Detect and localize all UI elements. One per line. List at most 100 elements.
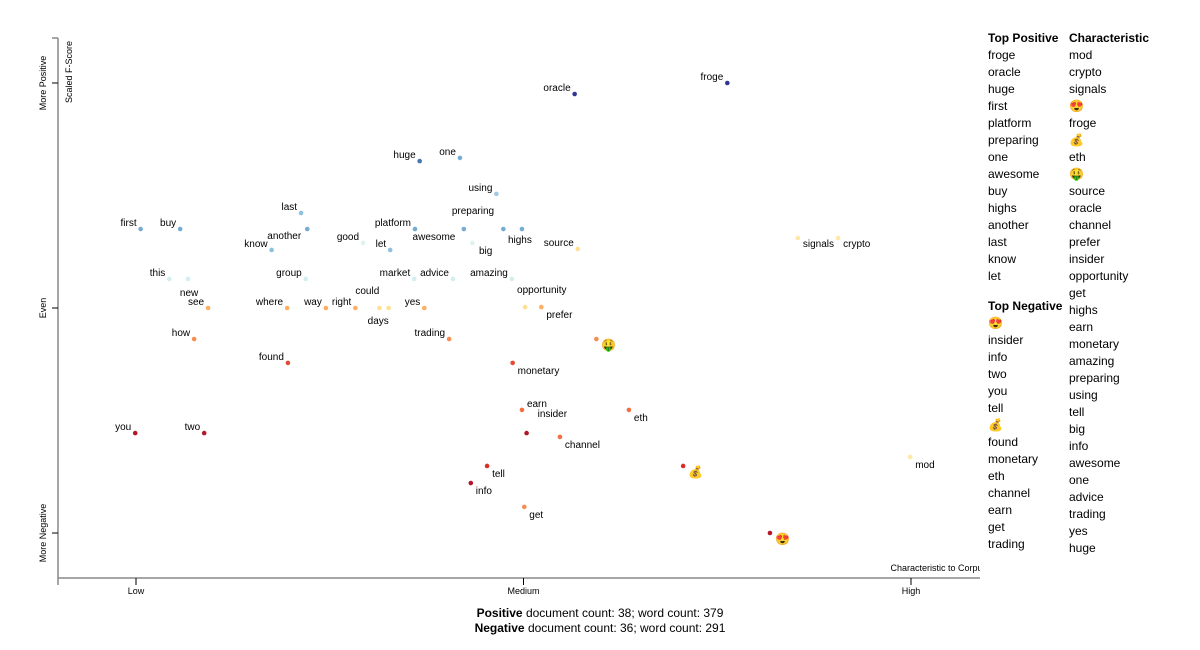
point-dot[interactable] <box>626 407 632 413</box>
data-point[interactable] <box>501 226 506 232</box>
characteristic-term[interactable]: trading <box>1069 506 1149 523</box>
data-point[interactable]: yes <box>405 297 427 311</box>
point-dot[interactable] <box>835 235 841 241</box>
point-dot[interactable] <box>575 246 581 252</box>
data-point[interactable]: eth <box>626 407 648 424</box>
top-positive-term[interactable]: another <box>988 217 1058 234</box>
point-dot[interactable] <box>767 530 773 536</box>
point-dot[interactable] <box>132 430 138 436</box>
point-dot[interactable] <box>501 226 506 232</box>
point-dot[interactable] <box>138 226 143 232</box>
data-point[interactable]: last <box>282 202 304 216</box>
data-point[interactable]: see <box>188 297 211 311</box>
data-point[interactable]: first <box>121 218 143 232</box>
point-dot[interactable] <box>177 226 183 232</box>
point-dot[interactable] <box>411 276 417 282</box>
data-point[interactable]: platform <box>375 218 418 232</box>
point-dot[interactable] <box>524 430 529 436</box>
point-dot[interactable] <box>457 155 463 161</box>
data-point[interactable]: mod <box>907 454 935 471</box>
point-dot[interactable] <box>167 276 172 282</box>
point-dot[interactable] <box>412 226 418 232</box>
characteristic-term[interactable]: advice <box>1069 489 1149 506</box>
point-dot[interactable] <box>680 463 686 469</box>
point-dot[interactable] <box>594 336 599 342</box>
data-point[interactable]: signals <box>795 235 834 250</box>
data-point[interactable]: get <box>521 504 543 521</box>
data-point[interactable]: oracle <box>543 83 577 97</box>
top-positive-term[interactable]: platform <box>988 115 1058 132</box>
characteristic-term[interactable]: get <box>1069 285 1149 302</box>
top-positive-term[interactable]: oracle <box>988 64 1058 81</box>
top-negative-term[interactable]: found <box>988 434 1062 451</box>
point-dot[interactable] <box>377 305 382 311</box>
characteristic-term[interactable]: channel <box>1069 217 1149 234</box>
point-dot[interactable] <box>323 305 329 311</box>
point-dot[interactable] <box>386 305 391 311</box>
top-negative-term[interactable]: trading <box>988 536 1062 553</box>
characteristic-term[interactable]: yes <box>1069 523 1149 540</box>
point-dot[interactable] <box>572 91 577 97</box>
characteristic-term[interactable]: signals <box>1069 81 1149 98</box>
data-point[interactable]: could <box>355 286 382 311</box>
characteristic-term[interactable]: insider <box>1069 251 1149 268</box>
point-dot[interactable] <box>417 158 422 164</box>
point-dot[interactable] <box>521 504 527 510</box>
characteristic-term[interactable]: preparing <box>1069 370 1149 387</box>
point-dot[interactable] <box>725 80 730 86</box>
characteristic-term[interactable]: tell <box>1069 404 1149 421</box>
data-point[interactable]: froge <box>701 72 730 86</box>
point-dot[interactable] <box>557 434 563 440</box>
characteristic-term[interactable]: big <box>1069 421 1149 438</box>
point-dot[interactable] <box>470 240 475 246</box>
data-point[interactable]: market <box>380 268 417 282</box>
top-negative-term[interactable]: insider <box>988 332 1062 349</box>
top-negative-term[interactable]: get <box>988 519 1062 536</box>
point-dot[interactable] <box>298 210 304 216</box>
data-point[interactable]: good <box>337 232 366 246</box>
data-point[interactable]: let <box>376 239 393 253</box>
point-dot[interactable] <box>468 480 474 486</box>
top-positive-term[interactable]: last <box>988 234 1058 251</box>
data-point[interactable]: amazing <box>470 268 515 282</box>
top-negative-term[interactable]: 😍 <box>988 315 1062 332</box>
point-dot[interactable] <box>539 304 544 310</box>
data-point[interactable]: right <box>332 297 358 311</box>
characteristic-term[interactable]: source <box>1069 183 1149 200</box>
characteristic-term[interactable]: prefer <box>1069 234 1149 251</box>
data-point[interactable]: where <box>255 297 290 311</box>
characteristic-term[interactable]: oracle <box>1069 200 1149 217</box>
point-dot[interactable] <box>450 276 456 282</box>
top-negative-term[interactable]: channel <box>988 485 1062 502</box>
point-dot[interactable] <box>185 276 191 282</box>
point-dot[interactable] <box>446 336 452 342</box>
top-negative-term[interactable]: monetary <box>988 451 1062 468</box>
characteristic-term[interactable]: highs <box>1069 302 1149 319</box>
characteristic-term[interactable]: 🤑 <box>1069 166 1149 183</box>
data-point[interactable]: two <box>185 422 207 436</box>
top-positive-term[interactable]: one <box>988 149 1058 166</box>
top-positive-term[interactable]: awesome <box>988 166 1058 183</box>
data-point[interactable]: using <box>468 183 499 197</box>
point-dot[interactable] <box>387 247 393 253</box>
characteristic-term[interactable]: froge <box>1069 115 1149 132</box>
point-dot[interactable] <box>269 247 274 253</box>
top-negative-term[interactable]: earn <box>988 502 1062 519</box>
data-point[interactable]: you <box>115 422 138 436</box>
point-dot[interactable] <box>353 305 358 311</box>
data-point[interactable]: found <box>259 352 291 366</box>
data-point[interactable]: buy <box>160 218 183 232</box>
top-negative-term[interactable]: eth <box>988 468 1062 485</box>
data-point[interactable]: 🤑 <box>594 336 616 352</box>
top-positive-term[interactable]: froge <box>988 47 1058 64</box>
characteristic-term[interactable]: awesome <box>1069 455 1149 472</box>
point-dot[interactable] <box>284 305 290 311</box>
point-dot[interactable] <box>522 304 528 310</box>
data-point[interactable]: how <box>172 328 197 342</box>
top-negative-term[interactable]: two <box>988 366 1062 383</box>
data-point[interactable]: awesome <box>413 232 475 246</box>
top-positive-term[interactable]: preparing <box>988 132 1058 149</box>
top-negative-term[interactable]: 💰 <box>988 417 1062 434</box>
data-point[interactable]: trading <box>415 328 452 342</box>
data-point[interactable]: monetary <box>510 360 559 377</box>
